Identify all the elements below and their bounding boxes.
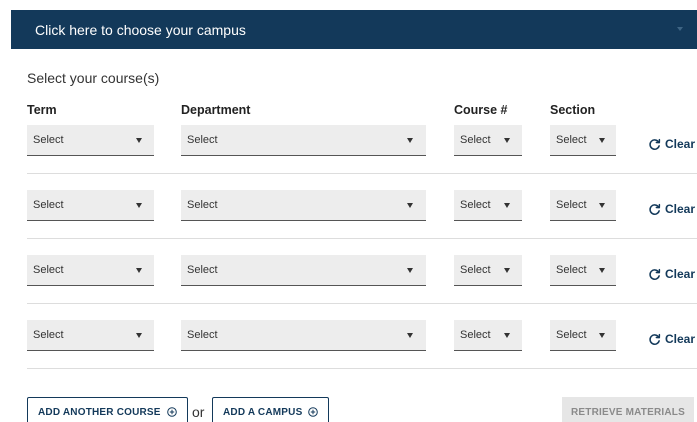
clear-button[interactable]: Clear	[648, 202, 695, 216]
course-select-value: Select	[460, 329, 491, 341]
add-campus-button[interactable]: ADD A CAMPUS	[212, 397, 330, 422]
term-select[interactable]: Select	[27, 125, 154, 156]
course-select[interactable]: Select	[454, 125, 522, 156]
or-separator: or	[192, 404, 205, 420]
department-select[interactable]: Select	[181, 190, 426, 221]
row-divider	[27, 238, 697, 239]
caret-down-icon	[599, 333, 605, 338]
term-select-value: Select	[33, 329, 64, 341]
refresh-icon	[649, 333, 661, 345]
column-header-section: Section	[550, 103, 596, 117]
caret-down-icon	[136, 333, 142, 338]
row-divider	[27, 173, 697, 174]
add-campus-label: ADD A CAMPUS	[223, 406, 303, 418]
column-header-term: Term	[27, 103, 57, 117]
clear-button[interactable]: Clear	[648, 137, 695, 151]
section-select-value: Select	[556, 199, 587, 211]
course-row: Select Select Select Select Clear	[0, 125, 697, 185]
refresh-icon	[649, 268, 661, 280]
department-select-value: Select	[187, 199, 218, 211]
department-select[interactable]: Select	[181, 320, 426, 351]
department-select-value: Select	[187, 134, 218, 146]
course-row: Select Select Select Select Clear	[0, 190, 697, 250]
clear-button-label: Clear	[665, 332, 696, 346]
plus-circle-icon	[166, 407, 177, 417]
campus-selector[interactable]: Click here to choose your campus	[11, 10, 697, 49]
section-select-value: Select	[556, 329, 587, 341]
caret-down-icon	[136, 203, 142, 208]
caret-down-icon	[677, 27, 683, 31]
caret-down-icon	[407, 138, 413, 143]
refresh-icon	[649, 138, 661, 150]
section-select[interactable]: Select	[550, 320, 616, 351]
caret-down-icon	[504, 268, 510, 273]
campus-selector-label: Click here to choose your campus	[35, 21, 246, 38]
caret-down-icon	[599, 138, 605, 143]
course-select-value: Select	[460, 264, 491, 276]
caret-down-icon	[599, 203, 605, 208]
section-select[interactable]: Select	[550, 255, 616, 286]
retrieve-materials-button[interactable]: RETRIEVE MATERIALS	[562, 397, 694, 422]
caret-down-icon	[504, 138, 510, 143]
caret-down-icon	[599, 268, 605, 273]
refresh-icon	[649, 203, 661, 215]
course-select-value: Select	[460, 199, 491, 211]
course-select[interactable]: Select	[454, 320, 522, 351]
term-select[interactable]: Select	[27, 320, 154, 351]
section-select-value: Select	[556, 134, 587, 146]
course-select-value: Select	[460, 134, 491, 146]
clear-button[interactable]: Clear	[648, 332, 695, 346]
term-select[interactable]: Select	[27, 190, 154, 221]
plus-circle-icon	[308, 407, 319, 417]
row-divider	[27, 303, 697, 304]
term-select-value: Select	[33, 264, 64, 276]
clear-button-label: Clear	[665, 202, 696, 216]
retrieve-materials-label: RETRIEVE MATERIALS	[571, 406, 685, 418]
column-header-department: Department	[181, 103, 251, 117]
section-select-value: Select	[556, 264, 587, 276]
course-row: Select Select Select Select Clear	[0, 320, 697, 380]
row-divider	[27, 368, 697, 369]
course-select[interactable]: Select	[454, 190, 522, 221]
section-select[interactable]: Select	[550, 190, 616, 221]
caret-down-icon	[504, 203, 510, 208]
term-select[interactable]: Select	[27, 255, 154, 286]
caret-down-icon	[136, 268, 142, 273]
clear-button-label: Clear	[665, 137, 696, 151]
clear-button[interactable]: Clear	[648, 267, 695, 281]
caret-down-icon	[407, 333, 413, 338]
course-section-title: Select your course(s)	[27, 70, 160, 86]
column-header-course: Course #	[454, 103, 508, 117]
department-select-value: Select	[187, 264, 218, 276]
course-row: Select Select Select Select Clear	[0, 255, 697, 315]
clear-button-label: Clear	[665, 267, 696, 281]
caret-down-icon	[504, 333, 510, 338]
caret-down-icon	[136, 138, 142, 143]
add-another-course-label: ADD ANOTHER COURSE	[38, 406, 161, 418]
department-select[interactable]: Select	[181, 255, 426, 286]
term-select-value: Select	[33, 199, 64, 211]
caret-down-icon	[407, 203, 413, 208]
department-select[interactable]: Select	[181, 125, 426, 156]
caret-down-icon	[407, 268, 413, 273]
course-select[interactable]: Select	[454, 255, 522, 286]
add-another-course-button[interactable]: ADD ANOTHER COURSE	[27, 397, 188, 422]
department-select-value: Select	[187, 329, 218, 341]
section-select[interactable]: Select	[550, 125, 616, 156]
term-select-value: Select	[33, 134, 64, 146]
